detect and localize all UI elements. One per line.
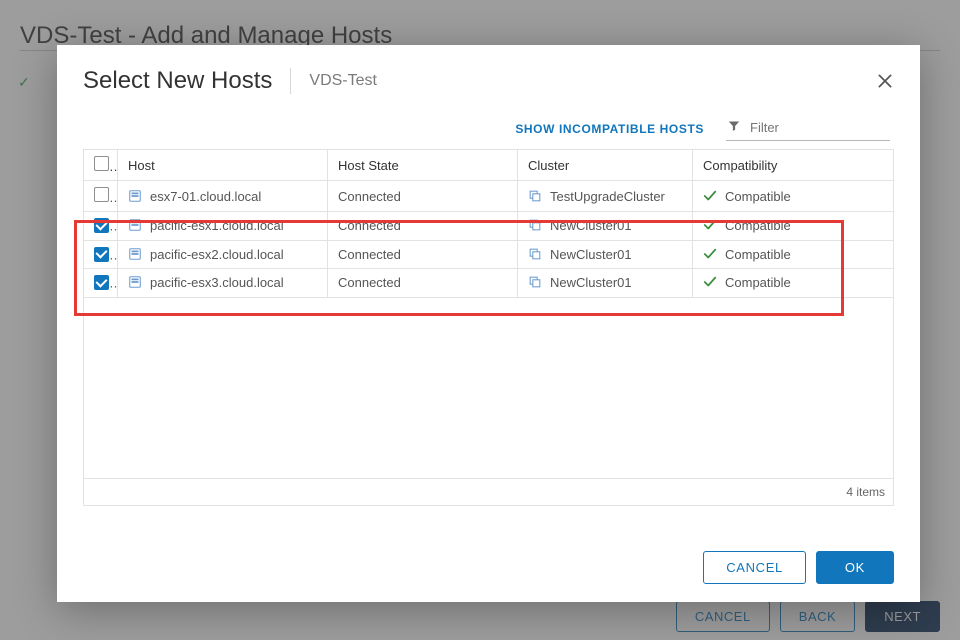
table-row[interactable]: pacific-esx3.cloud.local Connected NewClus…	[84, 269, 894, 298]
host-icon	[128, 189, 142, 203]
filter-field[interactable]	[726, 117, 890, 141]
host-name: esx7-01.cloud.local	[150, 189, 261, 204]
check-icon	[703, 218, 717, 232]
host-state: Connected	[338, 275, 401, 290]
filter-icon	[728, 120, 740, 135]
column-header-host[interactable]: Host	[118, 150, 328, 181]
dialog-context: VDS-Test	[309, 72, 377, 90]
cluster-icon	[528, 218, 542, 232]
close-icon[interactable]	[876, 72, 894, 90]
column-header-compatibility[interactable]: Compatibility	[693, 150, 894, 181]
host-name: pacific-esx2.cloud.local	[150, 247, 284, 262]
filter-input[interactable]	[748, 119, 872, 136]
check-icon	[703, 275, 717, 289]
cluster-icon	[528, 247, 542, 261]
check-icon	[703, 247, 717, 261]
select-new-hosts-dialog: Select New Hosts VDS-Test SHOW INCOMPATI…	[57, 45, 920, 602]
host-icon	[128, 275, 142, 289]
table-row[interactable]: esx7-01.cloud.local Connected TestUpgradeC…	[84, 181, 894, 212]
compatibility: Compatible	[725, 218, 791, 233]
dialog-title: Select New Hosts	[83, 67, 272, 95]
compatibility: Compatible	[725, 247, 791, 262]
row-checkbox[interactable]	[94, 187, 109, 202]
row-checkbox[interactable]	[94, 218, 109, 233]
cluster-name: TestUpgradeCluster	[550, 189, 665, 204]
compatibility: Compatible	[725, 275, 791, 290]
hosts-table: Host Host State Cluster Compatibility es…	[83, 149, 894, 298]
column-header-state[interactable]: Host State	[328, 150, 518, 181]
check-icon	[703, 189, 717, 203]
items-count: 4 items	[83, 479, 894, 506]
host-name: pacific-esx1.cloud.local	[150, 218, 284, 233]
table-empty-space	[83, 298, 894, 479]
cluster-icon	[528, 275, 542, 289]
host-icon	[128, 218, 142, 232]
cluster-name: NewCluster01	[550, 218, 632, 233]
cancel-button[interactable]: CANCEL	[703, 551, 806, 584]
table-row[interactable]: pacific-esx1.cloud.local Connected NewClus…	[84, 212, 894, 241]
divider	[290, 68, 291, 94]
show-incompatible-hosts-link[interactable]: SHOW INCOMPATIBLE HOSTS	[515, 122, 704, 136]
cluster-icon	[528, 189, 542, 203]
host-state: Connected	[338, 189, 401, 204]
cluster-name: NewCluster01	[550, 275, 632, 290]
column-header-cluster[interactable]: Cluster	[518, 150, 693, 181]
host-name: pacific-esx3.cloud.local	[150, 275, 284, 290]
row-checkbox[interactable]	[94, 275, 109, 290]
host-state: Connected	[338, 218, 401, 233]
compatibility: Compatible	[725, 189, 791, 204]
table-row[interactable]: pacific-esx2.cloud.local Connected NewClus…	[84, 240, 894, 269]
select-all-checkbox[interactable]	[94, 156, 109, 171]
host-icon	[128, 247, 142, 261]
ok-button[interactable]: OK	[816, 551, 894, 584]
host-state: Connected	[338, 247, 401, 262]
row-checkbox[interactable]	[94, 247, 109, 262]
cluster-name: NewCluster01	[550, 247, 632, 262]
